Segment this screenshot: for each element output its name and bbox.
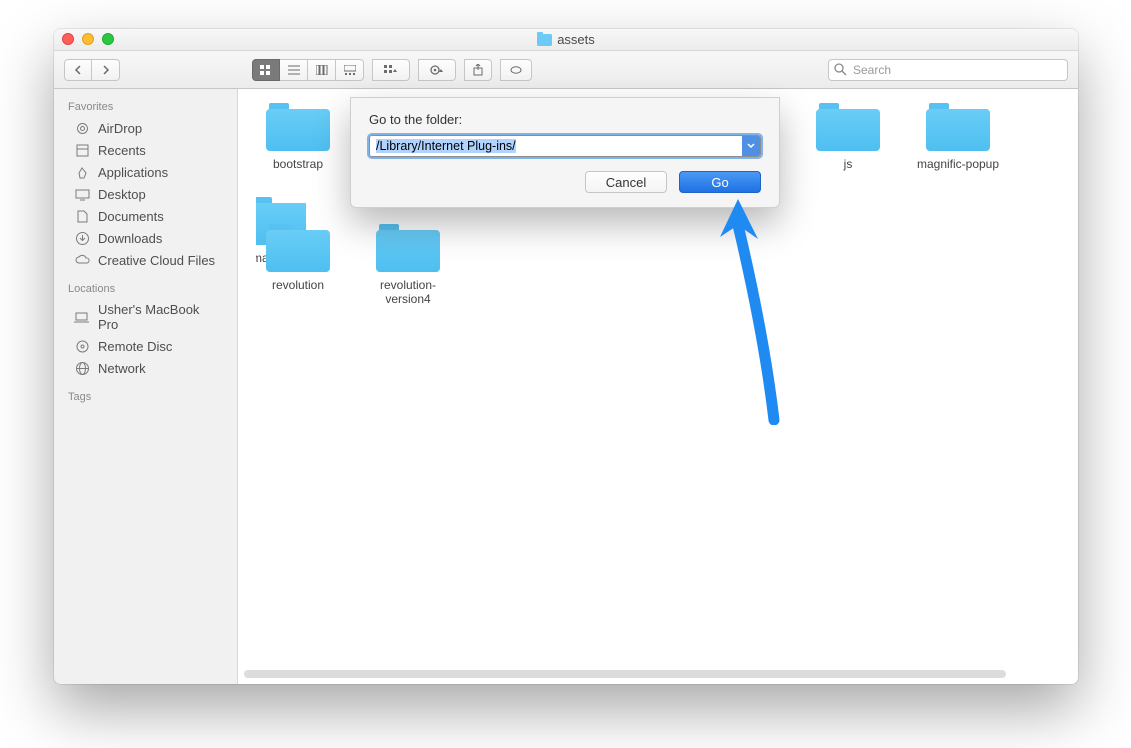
search-input[interactable] bbox=[828, 59, 1068, 81]
sidebar-item-remote-disc[interactable]: Remote Disc bbox=[54, 335, 237, 357]
search-field[interactable] bbox=[828, 59, 1068, 81]
goto-label: Go to the folder: bbox=[369, 112, 761, 127]
sidebar: Favorites AirDrop Recents Applications D… bbox=[54, 89, 238, 684]
column-view-button[interactable] bbox=[308, 59, 336, 81]
combo-arrow-button[interactable] bbox=[742, 136, 760, 156]
sidebar-item-network[interactable]: Network bbox=[54, 357, 237, 379]
action-button[interactable] bbox=[418, 59, 456, 81]
horizontal-scrollbar[interactable] bbox=[244, 668, 1072, 680]
documents-icon bbox=[74, 208, 90, 224]
sidebar-header-locations: Locations bbox=[54, 279, 237, 299]
file-item[interactable]: revolution-version4 bbox=[366, 224, 450, 306]
sidebar-item-label: Remote Disc bbox=[98, 339, 172, 354]
gallery-view-button[interactable] bbox=[336, 59, 364, 81]
sidebar-item-creative-cloud[interactable]: Creative Cloud Files bbox=[54, 249, 237, 271]
sidebar-item-label: Recents bbox=[98, 143, 146, 158]
sidebar-item-label: Desktop bbox=[98, 187, 146, 202]
close-window-icon[interactable] bbox=[62, 33, 74, 45]
downloads-icon bbox=[74, 230, 90, 246]
creative-cloud-icon bbox=[74, 252, 90, 268]
list-view-button[interactable] bbox=[280, 59, 308, 81]
sidebar-item-label: AirDrop bbox=[98, 121, 142, 136]
view-buttons bbox=[252, 59, 364, 81]
sidebar-item-laptop[interactable]: Usher's MacBook Pro bbox=[54, 299, 237, 335]
file-name: revolution bbox=[272, 278, 324, 292]
minimize-window-icon[interactable] bbox=[82, 33, 94, 45]
sidebar-header-tags: Tags bbox=[54, 387, 237, 407]
file-item[interactable]: revolution bbox=[256, 224, 340, 306]
zoom-window-icon[interactable] bbox=[102, 33, 114, 45]
scrollbar-thumb[interactable] bbox=[244, 670, 1006, 678]
toolbar bbox=[54, 51, 1078, 89]
laptop-icon bbox=[74, 309, 90, 325]
tags-button[interactable] bbox=[500, 59, 532, 81]
remote-disc-icon bbox=[74, 338, 90, 354]
sidebar-item-documents[interactable]: Documents bbox=[54, 205, 237, 227]
sidebar-item-desktop[interactable]: Desktop bbox=[54, 183, 237, 205]
folder-icon bbox=[537, 34, 552, 46]
search-icon bbox=[834, 63, 847, 76]
sidebar-item-recents[interactable]: Recents bbox=[54, 139, 237, 161]
folder-icon bbox=[816, 103, 880, 151]
titlebar: assets bbox=[54, 29, 1078, 51]
nav-buttons bbox=[64, 59, 120, 81]
back-button[interactable] bbox=[64, 59, 92, 81]
sidebar-item-label: Creative Cloud Files bbox=[98, 253, 215, 268]
file-name: revolution-version4 bbox=[366, 278, 450, 306]
icon-view-button[interactable] bbox=[252, 59, 280, 81]
desktop-icon bbox=[74, 186, 90, 202]
folder-icon bbox=[376, 224, 440, 272]
folder-icon bbox=[266, 224, 330, 272]
goto-path-input[interactable] bbox=[369, 135, 761, 157]
file-item[interactable]: bootstrap bbox=[256, 103, 340, 171]
sidebar-item-label: Downloads bbox=[98, 231, 162, 246]
file-name: magnific-popup bbox=[917, 157, 999, 171]
folder-icon bbox=[266, 103, 330, 151]
sidebar-item-label: Applications bbox=[98, 165, 168, 180]
airdrop-icon bbox=[74, 120, 90, 136]
sidebar-item-applications[interactable]: Applications bbox=[54, 161, 237, 183]
file-item[interactable]: js bbox=[806, 103, 890, 171]
go-button[interactable]: Go bbox=[679, 171, 761, 193]
sidebar-item-label: Documents bbox=[98, 209, 164, 224]
forward-button[interactable] bbox=[92, 59, 120, 81]
share-button[interactable] bbox=[464, 59, 492, 81]
folder-icon bbox=[926, 103, 990, 151]
goto-folder-dialog: Go to the folder: Cancel Go bbox=[350, 97, 780, 208]
sidebar-header-favorites: Favorites bbox=[54, 97, 237, 117]
sidebar-item-label: Network bbox=[98, 361, 146, 376]
applications-icon bbox=[74, 164, 90, 180]
network-icon bbox=[74, 360, 90, 376]
file-name: bootstrap bbox=[273, 157, 323, 171]
recents-icon bbox=[74, 142, 90, 158]
file-item[interactable]: magnific-popup bbox=[916, 103, 1000, 171]
arrange-button[interactable] bbox=[372, 59, 410, 81]
window-title-text: assets bbox=[557, 32, 595, 47]
window-title: assets bbox=[537, 32, 595, 47]
file-name: js bbox=[844, 157, 853, 171]
sidebar-item-downloads[interactable]: Downloads bbox=[54, 227, 237, 249]
cancel-button[interactable]: Cancel bbox=[585, 171, 667, 193]
sidebar-item-label: Usher's MacBook Pro bbox=[98, 302, 223, 332]
sidebar-item-airdrop[interactable]: AirDrop bbox=[54, 117, 237, 139]
